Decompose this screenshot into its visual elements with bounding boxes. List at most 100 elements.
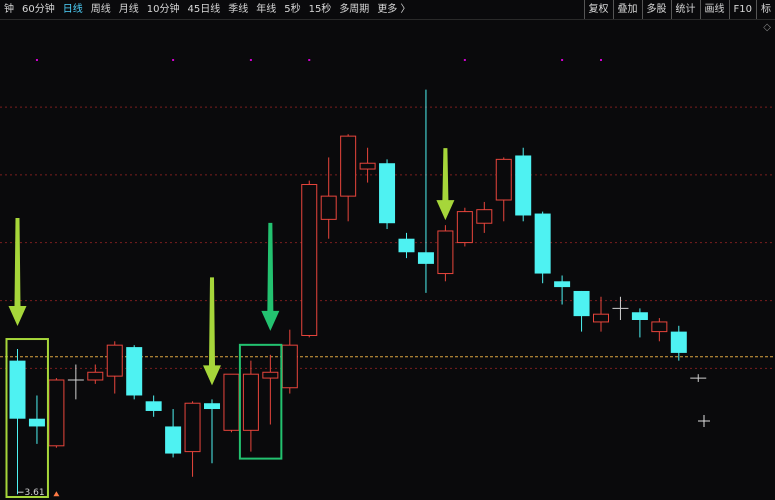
period-tab-4[interactable]: 月线 — [115, 0, 143, 19]
candle-6 — [126, 345, 143, 400]
candle-33 — [651, 318, 668, 342]
arrow-shape — [8, 218, 27, 327]
candle-body — [417, 252, 434, 264]
period-tab-6[interactable]: 45日线 — [183, 0, 224, 19]
period-tab-11[interactable]: 多周期 — [335, 0, 373, 19]
candle-body — [28, 418, 45, 427]
candle-34 — [670, 325, 687, 361]
candle-body — [106, 344, 123, 377]
candle-27 — [534, 211, 551, 284]
candle-26 — [515, 147, 532, 222]
candle-29 — [573, 290, 590, 332]
period-tab-12[interactable]: 更多 〉 — [373, 0, 414, 19]
candle-body — [9, 360, 26, 419]
tool-button-6[interactable]: 标 — [756, 0, 775, 19]
candle-body — [145, 401, 162, 411]
candle-4 — [87, 364, 104, 384]
candle-7 — [145, 395, 162, 417]
candle-17 — [340, 134, 357, 222]
annotation-arrow-2 — [261, 222, 280, 331]
candle-10 — [204, 399, 220, 464]
period-tab-8[interactable]: 年线 — [252, 0, 280, 19]
tool-button-5[interactable]: F10 — [728, 0, 756, 19]
arrow-shape — [261, 222, 280, 331]
candle-body — [87, 371, 104, 381]
candle-body — [670, 331, 687, 353]
signal-marker-5 — [561, 59, 564, 61]
candle-25 — [495, 157, 512, 222]
candle-30 — [593, 296, 609, 332]
candle-body — [495, 158, 512, 201]
candle-21 — [417, 89, 434, 293]
period-tab-0[interactable]: 钟 — [0, 0, 18, 19]
candle-12 — [242, 360, 259, 452]
signal-marker-4 — [463, 59, 466, 61]
arrow-shape — [436, 148, 455, 221]
signal-marker-2 — [249, 59, 252, 61]
candle-body — [223, 373, 240, 431]
candle-body — [476, 209, 493, 224]
annotation-arrow-1 — [203, 277, 221, 386]
candle-body — [631, 312, 648, 320]
low-price-label: 3.61 — [25, 488, 45, 498]
tool-button-0[interactable]: 复权 — [583, 0, 613, 19]
candle-22 — [437, 225, 454, 282]
candle-16 — [320, 157, 337, 239]
candle-19 — [379, 159, 396, 230]
period-tab-3[interactable]: 周线 — [87, 0, 115, 19]
candle-14 — [281, 329, 298, 394]
period-tab-10[interactable]: 15秒 — [305, 0, 336, 19]
candle-body — [398, 238, 415, 253]
candle-15 — [301, 180, 318, 338]
annotation-arrow-3 — [436, 148, 455, 221]
candle-layer — [9, 89, 707, 495]
candle-body — [204, 403, 220, 410]
period-tab-9[interactable]: 5秒 — [280, 0, 304, 19]
tool-buttons: 复权 叠加 多股 统计 画线 F10 标 — [583, 0, 775, 19]
diamond-icon[interactable]: ◇ — [763, 22, 771, 33]
candle-body — [48, 379, 65, 447]
stock-chart-app: 钟 60分钟 日线 周线 月线 10分钟 45日线 季线 年线 5秒 15秒 多周期 更多 〉 复权 叠加… — [0, 0, 775, 500]
candle-body — [242, 373, 259, 431]
signal-marker-0 — [35, 59, 38, 61]
candle-body — [379, 163, 396, 224]
candle-body — [437, 230, 454, 275]
candle-8 — [165, 409, 182, 458]
annotation-layer: 3.61 — [5, 148, 710, 498]
candle-body — [593, 313, 609, 323]
signal-marker-6 — [600, 59, 602, 61]
candle-body — [359, 162, 376, 170]
period-tab-2[interactable]: 日线 — [59, 0, 87, 19]
small-triangle-icon — [53, 491, 60, 497]
candle-23 — [456, 207, 473, 247]
candle-body — [165, 426, 182, 454]
candle-5 — [106, 341, 123, 394]
candlestick-chart[interactable]: 3.61 — [0, 20, 775, 500]
candle-20 — [398, 232, 415, 259]
period-tab-5[interactable]: 10分钟 — [143, 0, 184, 19]
marker-layer — [35, 59, 602, 61]
tool-button-4[interactable]: 画线 — [699, 0, 729, 19]
candle-body — [320, 195, 337, 220]
tool-button-3[interactable]: 统计 — [670, 0, 700, 19]
arrow-shape — [203, 277, 221, 386]
chart-toolbar: 钟 60分钟 日线 周线 月线 10分钟 45日线 季线 年线 5秒 15秒 多周期 更多 〉 复权 叠加… — [0, 0, 775, 20]
candle-32 — [631, 308, 648, 338]
candle-18 — [359, 147, 376, 183]
candle-body — [126, 347, 143, 396]
tool-button-2[interactable]: 多股 — [641, 0, 671, 19]
candle-body — [340, 135, 357, 197]
candle-2 — [48, 378, 65, 448]
period-tab-7[interactable]: 季线 — [224, 0, 252, 19]
candle-24 — [476, 201, 493, 233]
candle-11 — [223, 373, 240, 433]
period-tab-1[interactable]: 60分钟 — [18, 0, 59, 19]
candle-body — [515, 155, 532, 216]
candle-1 — [28, 395, 45, 444]
period-tabs: 钟 60分钟 日线 周线 月线 10分钟 45日线 季线 年线 5秒 15秒 多周期 更多 〉 — [0, 0, 415, 19]
candle-body — [184, 402, 201, 453]
candle-body — [573, 290, 590, 317]
tool-button-1[interactable]: 叠加 — [612, 0, 642, 19]
candle-13 — [262, 354, 279, 425]
candle-body — [534, 213, 551, 274]
